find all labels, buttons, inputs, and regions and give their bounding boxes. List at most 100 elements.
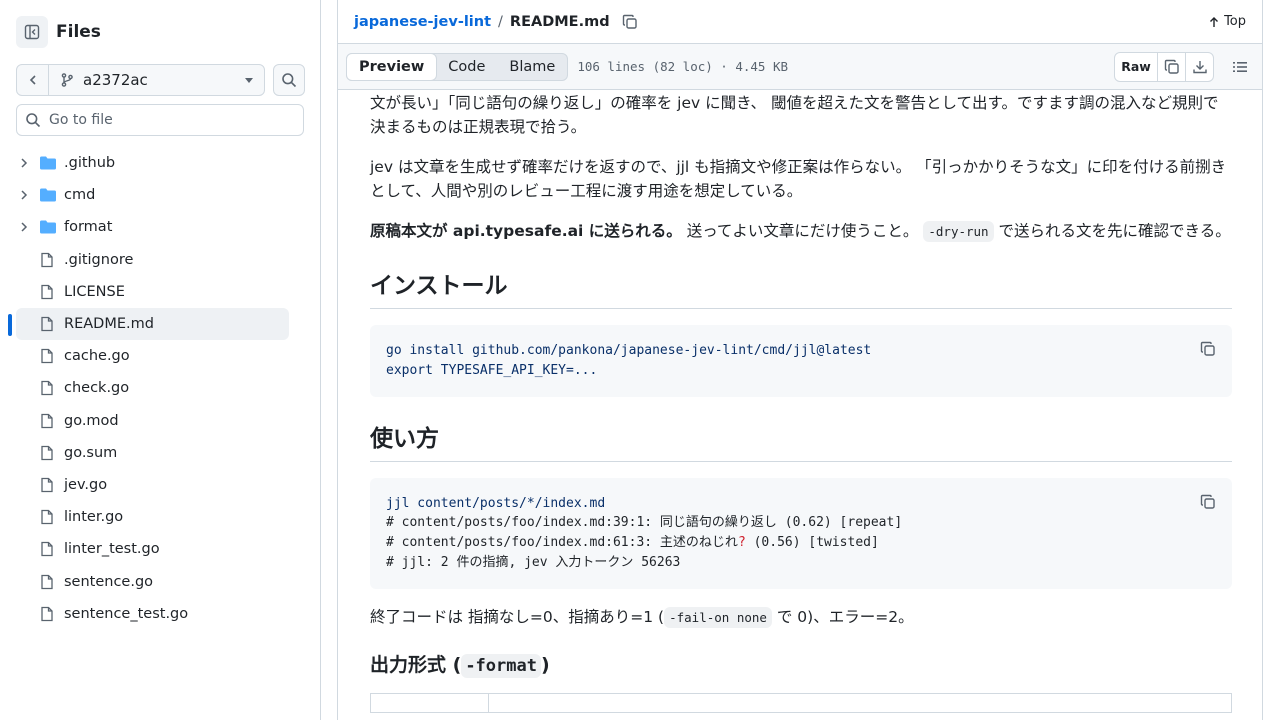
- branch-selector[interactable]: a2372ac: [49, 65, 264, 95]
- copy-path-button[interactable]: [622, 14, 638, 30]
- tab-blame[interactable]: Blame: [497, 54, 567, 80]
- file-name: README.md: [509, 13, 610, 30]
- chevron-right-icon: [21, 222, 28, 232]
- expand-toggle[interactable]: [16, 157, 32, 169]
- folder-icon: [40, 156, 56, 170]
- table-cell: [371, 693, 489, 712]
- search-icon: [282, 73, 297, 88]
- tree-item-sentence-go[interactable]: sentence.go: [16, 565, 289, 597]
- file-tree-sidebar: Files a2372ac .github cmd format .gitignore…: [0, 0, 321, 720]
- tree-item-label: cache.go: [64, 348, 130, 365]
- tree-item-check-go[interactable]: check.go: [16, 372, 289, 404]
- code-line: export TYPESAFE_API_KEY=...: [386, 362, 598, 378]
- tab-preview[interactable]: Preview: [346, 52, 438, 81]
- collapse-sidebar-button[interactable]: [16, 16, 48, 48]
- code-line: jjl content/posts/*/index.md: [386, 495, 606, 511]
- file-icon: [41, 349, 53, 364]
- download-icon: [1192, 60, 1207, 73]
- tree-item-go-mod[interactable]: go.mod: [16, 405, 289, 437]
- expand-toggle[interactable]: [16, 221, 32, 233]
- top-label: Top: [1224, 14, 1246, 29]
- search-button[interactable]: [273, 64, 305, 96]
- go-to-file-box[interactable]: [16, 104, 304, 136]
- download-button[interactable]: [1185, 52, 1213, 81]
- tree-item-label: go.mod: [64, 412, 119, 429]
- list-unordered-icon: [1233, 61, 1247, 72]
- readme-paragraph: 文が長い」「同じ語句の繰り返し」の確率を jev に聞き、 閾値を超えた文を警告…: [370, 94, 1219, 136]
- file-view: japanese-jev-lint / README.md Top Previe…: [337, 0, 1263, 720]
- heading-text: ): [540, 653, 550, 676]
- file-icon: [41, 606, 53, 621]
- file-icon: [41, 445, 53, 460]
- tree-item-label: .gitignore: [64, 251, 134, 268]
- tree-item-github[interactable]: .github: [16, 147, 289, 179]
- chevron-right-icon: [21, 158, 28, 168]
- active-indicator: [8, 313, 12, 336]
- go-to-file-input[interactable]: [49, 112, 295, 128]
- chevron-left-icon: [29, 75, 36, 85]
- readme-content: 文が長い」「同じ語句の繰り返し」の確率を jev に聞き、 閾値を超えた文を警告…: [370, 91, 1232, 713]
- copy-raw-button[interactable]: [1157, 52, 1185, 81]
- code-line: # content/posts/foo/index.md:61:3: 主述のねじ…: [386, 535, 879, 550]
- warning-text: 送ってよい文章にだけ使うこと。: [681, 222, 924, 240]
- file-icon: [41, 284, 53, 299]
- folder-icon: [40, 220, 56, 234]
- code-text: (0.56) [twisted]: [745, 535, 879, 551]
- tree-item-label: .github: [64, 155, 116, 172]
- heading-install: インストール: [370, 266, 1232, 309]
- file-icon: [41, 252, 53, 267]
- tree-item-go-sum[interactable]: go.sum: [16, 437, 289, 469]
- code-error-mark: ?: [737, 535, 746, 551]
- copy-icon: [622, 14, 637, 29]
- file-icon: [41, 477, 53, 493]
- back-button[interactable]: [17, 65, 49, 95]
- tree-item-jev-go[interactable]: jev.go: [16, 469, 289, 501]
- tree-item-linter-test-go[interactable]: linter_test.go: [16, 533, 289, 565]
- inline-code: -format: [461, 653, 541, 678]
- file-icon: [41, 316, 53, 332]
- arrow-up-icon: [1210, 16, 1219, 27]
- tree-item-linter-go[interactable]: linter.go: [16, 501, 289, 533]
- warning-text: で送られる文を先に確認できる。: [993, 222, 1231, 240]
- heading-format: 出力形式 (-format): [370, 650, 1232, 678]
- heading-usage: 使い方: [370, 419, 1232, 462]
- repo-link[interactable]: japanese-jev-lint: [354, 14, 491, 30]
- file-icon: [41, 542, 53, 557]
- file-info: 106 lines (82 loc) · 4.45 KB: [577, 59, 789, 74]
- exit-text: で 0)、エラー=2。: [771, 607, 914, 626]
- tree-item-format[interactable]: format: [16, 211, 289, 243]
- sidebar-collapse-icon: [24, 24, 40, 40]
- view-mode-tabs: Preview Code Blame: [346, 52, 569, 81]
- raw-button[interactable]: Raw: [1115, 53, 1157, 81]
- tree-item-label: check.go: [64, 380, 130, 397]
- top-button[interactable]: Top: [1208, 14, 1246, 29]
- tree-item-label: go.sum: [64, 444, 118, 461]
- sidebar-title: Files: [56, 22, 101, 42]
- exit-text: 終了コードは 指摘なし=0、指摘あり=1 (: [370, 607, 665, 626]
- tree-item-cache-go[interactable]: cache.go: [16, 340, 289, 372]
- tree-item-sentence-test-go[interactable]: sentence_test.go: [16, 598, 289, 630]
- expand-toggle[interactable]: [16, 189, 32, 201]
- usage-code-block: jjl content/posts/*/index.md # content/p…: [370, 477, 1232, 589]
- tree-item-readme-md[interactable]: README.md: [8, 307, 289, 341]
- copy-code-button[interactable]: [1198, 492, 1218, 512]
- tree-item-cmd[interactable]: cmd: [16, 179, 289, 211]
- tree-item-label: jev.go: [64, 476, 108, 493]
- file-icon: [41, 510, 53, 525]
- copy-code-button[interactable]: [1198, 339, 1218, 359]
- heading-text: 出力形式 (: [370, 653, 462, 676]
- inline-code: -fail-on none: [664, 606, 772, 628]
- code-line: go install github.com/pankona/japanese-j…: [386, 343, 872, 358]
- breadcrumb-separator: /: [498, 13, 503, 30]
- tree-item-license[interactable]: LICENSE: [16, 276, 289, 308]
- tree-item-gitignore[interactable]: .gitignore: [16, 244, 289, 276]
- readme-warning: 原稿本文が api.typesafe.ai に送られる。 送ってよい文章にだけ使…: [370, 219, 1232, 244]
- chevron-right-icon: [21, 190, 28, 200]
- copy-icon: [1164, 59, 1179, 74]
- tab-code[interactable]: Code: [436, 54, 497, 80]
- file-icon: [41, 381, 53, 396]
- outline-button[interactable]: [1226, 52, 1254, 82]
- tree-item-label: linter_test.go: [64, 541, 160, 558]
- file-toolbar: Preview Code Blame 106 lines (82 loc) · …: [338, 44, 1262, 90]
- git-branch-icon: [61, 73, 73, 87]
